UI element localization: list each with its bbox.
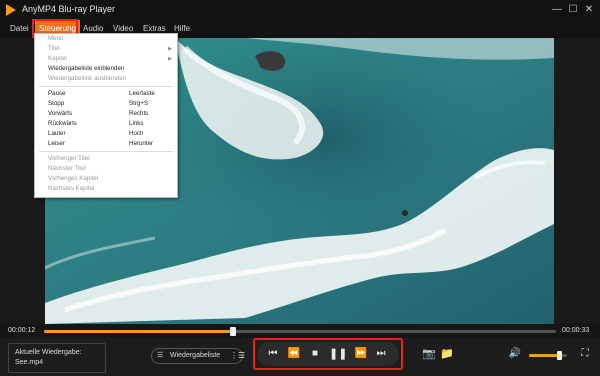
menu-item-prev-title[interactable]: Vorheriger Titel bbox=[35, 154, 177, 164]
volume-handle[interactable] bbox=[557, 351, 563, 360]
menu-separator bbox=[39, 151, 173, 152]
menu-item-kapitel[interactable]: Kapitel ▶ bbox=[35, 54, 177, 64]
total-time: 00:00:33 bbox=[562, 327, 590, 334]
menu-item-titel[interactable]: Titel ▶ bbox=[35, 44, 177, 54]
rewind-icon[interactable]: ⏪ bbox=[285, 345, 303, 363]
menu-item-stopp[interactable]: Stopp Strg+S bbox=[35, 99, 177, 109]
skip-to-start-icon[interactable]: ⏮ bbox=[264, 345, 282, 363]
maximize-icon[interactable]: ☐ bbox=[566, 3, 580, 17]
seek-handle[interactable] bbox=[230, 327, 237, 336]
menu-item-menue[interactable]: Menü bbox=[35, 34, 177, 44]
menu-item-vorwaerts[interactable]: Vorwärts Rechts bbox=[35, 109, 177, 119]
skip-to-end-icon[interactable]: ⏭ bbox=[372, 345, 390, 363]
submenu-arrow-icon: ▶ bbox=[168, 56, 172, 62]
snapshot-icon[interactable]: 📷 bbox=[420, 345, 438, 363]
menu-datei[interactable]: Datei bbox=[10, 20, 29, 38]
stop-icon[interactable]: ■ bbox=[306, 345, 324, 363]
menu-item-lauter[interactable]: Lauter Hoch bbox=[35, 129, 177, 139]
progress-bar: 00:00:12 00:00:33 bbox=[0, 324, 600, 338]
playlist-label: Wiedergabeliste bbox=[170, 352, 221, 359]
app-logo-icon bbox=[6, 4, 16, 16]
now-playing-label: Aktuelle Wiedergabe: bbox=[15, 349, 82, 356]
menu-item-playlist-hide[interactable]: Wiedergabeliste ausblenden bbox=[35, 74, 177, 84]
menu-item-next-title[interactable]: Nächster Titel bbox=[35, 164, 177, 174]
menu-item-rueckwaerts[interactable]: Rückwärts Links bbox=[35, 119, 177, 129]
fast-forward-icon[interactable]: ⏩ bbox=[352, 345, 370, 363]
playlist-settings-icon[interactable]: ⋮☰ bbox=[230, 349, 245, 363]
playlist-button[interactable]: ☰ Wiedergabeliste ⋮☰ bbox=[151, 348, 245, 364]
now-playing-file: See.mp4 bbox=[15, 359, 44, 366]
menu-item-playlist-show[interactable]: Wiedergabeliste einblenden bbox=[35, 64, 177, 74]
steuerung-menu: Menü Titel ▶ Kapitel ▶ Wiedergabeliste ein… bbox=[34, 33, 178, 198]
menu-separator bbox=[39, 86, 173, 87]
title-bar: AnyMP4 Blu-ray Player — ☐ ✕ bbox=[0, 0, 600, 20]
menu-item-pause[interactable]: Pause Leertaste bbox=[35, 89, 177, 99]
volume-level bbox=[529, 354, 560, 357]
submenu-arrow-icon: ▶ bbox=[168, 46, 172, 52]
volume-icon[interactable]: 🔊 bbox=[506, 345, 524, 363]
menu-item-leiser[interactable]: Leiser Herunter bbox=[35, 139, 177, 149]
minimize-icon[interactable]: — bbox=[550, 3, 564, 17]
fullscreen-icon[interactable]: ⛶ bbox=[576, 345, 594, 363]
now-playing-box: Aktuelle Wiedergabe: See.mp4 bbox=[8, 343, 106, 373]
app-title: AnyMP4 Blu-ray Player bbox=[22, 4, 116, 14]
volume-slider[interactable] bbox=[529, 351, 567, 360]
seek-progress bbox=[44, 330, 234, 333]
pause-icon[interactable]: ❚❚ bbox=[329, 345, 347, 363]
close-icon[interactable]: ✕ bbox=[582, 3, 596, 17]
folder-icon[interactable]: 📁 bbox=[438, 345, 456, 363]
menu-item-next-chapter[interactable]: Nächstes Kapitel bbox=[35, 184, 177, 194]
list-icon: ☰ bbox=[157, 352, 164, 359]
menu-item-prev-chapter[interactable]: Vorheriges Kapitel bbox=[35, 174, 177, 184]
current-time: 00:00:12 bbox=[8, 327, 36, 334]
seek-slider[interactable] bbox=[44, 327, 556, 336]
